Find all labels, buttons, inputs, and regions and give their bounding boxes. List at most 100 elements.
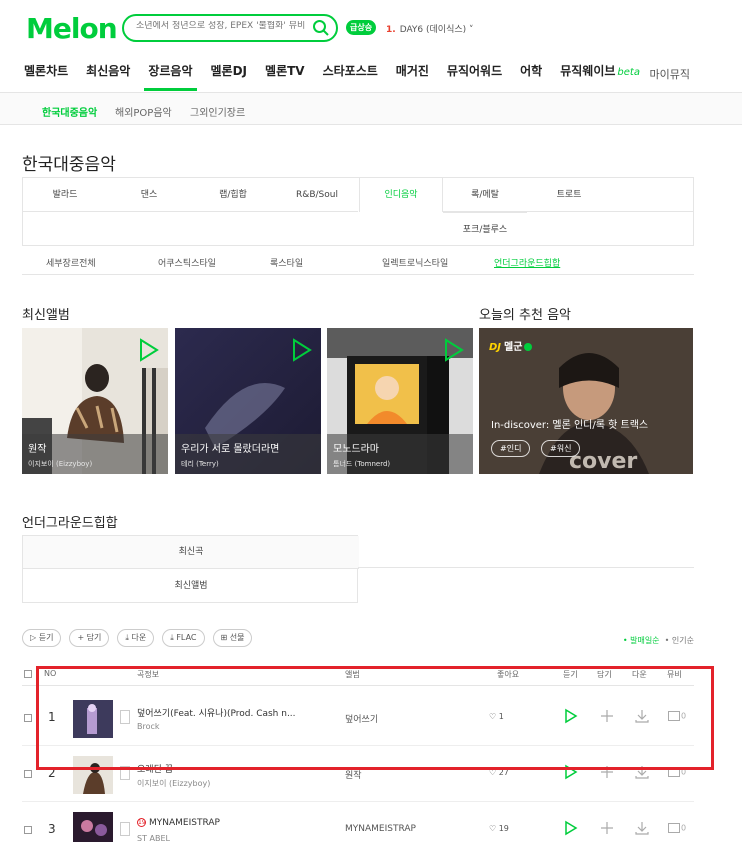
genre-divider xyxy=(22,211,358,212)
nav-awards[interactable]: 뮤직어워드 xyxy=(447,62,502,91)
sort-release-label: 발매일순 xyxy=(630,636,660,645)
reco-title: 오늘의 추천 음악 xyxy=(479,308,571,323)
nav-genre[interactable]: 장르음악 xyxy=(144,62,197,91)
album-artist[interactable]: 테리 (Terry) xyxy=(181,459,315,469)
download-button[interactable]: ⤓ 다운 xyxy=(117,629,155,647)
nav-magazine[interactable]: 매거진 xyxy=(396,62,429,91)
album-card[interactable]: 모노드라마 톰너드 (Tomnerd) xyxy=(327,328,473,474)
album-artist[interactable]: 이지보이 (Eizzyboy) xyxy=(28,459,162,469)
beta-label: beta xyxy=(617,67,640,78)
flac-label: FLAC xyxy=(176,633,197,642)
subnav-pop[interactable]: 해외POP음악 xyxy=(115,104,172,119)
song-title[interactable]: 19 MYNAMEISTRAP xyxy=(137,818,307,828)
genre-rnb[interactable]: R&B/Soul xyxy=(275,178,359,212)
select-all-checkbox[interactable] xyxy=(24,670,32,678)
album-caption: 우리가 서로 몰랐더라면 테리 (Terry) xyxy=(175,434,321,474)
add-icon[interactable] xyxy=(600,820,614,836)
highlight-box xyxy=(36,666,714,770)
chevron-down-icon[interactable]: ˅ xyxy=(469,25,474,35)
album-title[interactable]: 모노드라마 xyxy=(333,440,467,455)
mv-icon xyxy=(668,823,680,833)
add-button[interactable]: + 담기 xyxy=(69,629,110,647)
song-artist[interactable]: ST ABEL xyxy=(137,834,170,842)
play-icon[interactable] xyxy=(564,820,578,836)
action-bar: ▷ 듣기 + 담기 ⤓ 다운 ⤓ FLAC ⊞ 선물 xyxy=(22,629,260,647)
style-acoustic[interactable]: 어쿠스틱스타일 xyxy=(158,256,216,269)
sort-options: • 발매일순 • 인기순 xyxy=(623,635,694,646)
song-title-text: MYNAMEISTRAP xyxy=(149,818,220,828)
nav-language[interactable]: 어학 xyxy=(520,62,542,91)
live-badge: 급상승 xyxy=(346,20,377,35)
my-music-link[interactable]: 마이뮤직 xyxy=(650,66,690,82)
album-card[interactable]: 원작 이지보이 (Eizzyboy) xyxy=(22,328,168,474)
nav-latest[interactable]: 최신음악 xyxy=(86,62,130,91)
genre-rock[interactable]: 록/메탈 xyxy=(443,178,527,212)
album-title[interactable]: 원작 xyxy=(28,440,162,455)
download-icon[interactable] xyxy=(634,820,650,836)
reco-tag[interactable]: #인디 xyxy=(491,440,531,457)
style-underground[interactable]: 언더그라운드힙합 xyxy=(494,256,560,269)
search-input[interactable] xyxy=(136,21,306,31)
reco-tag[interactable]: #워신 xyxy=(541,440,581,457)
underground-title: 언더그라운드힙합 xyxy=(22,516,118,531)
row-checkbox[interactable] xyxy=(24,714,32,722)
album-card[interactable]: 우리가 서로 몰랐더라면 테리 (Terry) xyxy=(175,328,321,474)
play-icon[interactable] xyxy=(441,338,465,362)
ticker-rank: 1. xyxy=(386,25,396,35)
genre-trot[interactable]: 트로트 xyxy=(527,178,611,212)
genre-indie[interactable]: 인디음악 xyxy=(359,178,443,212)
search-icon[interactable] xyxy=(312,19,330,37)
subnav-other[interactable]: 그외인기장르 xyxy=(190,104,245,119)
sort-popular[interactable]: • 인기순 xyxy=(665,636,694,645)
genre-dance[interactable]: 댄스 xyxy=(107,178,191,212)
genre-ballad[interactable]: 발라드 xyxy=(23,178,107,212)
nav-starpost[interactable]: 스타포스트 xyxy=(323,62,378,91)
title-track-icon: 19 xyxy=(137,818,146,827)
reco-card[interactable]: cover DJ 멜군 In-discover: 멜론 인디/록 핫 트랙스 #인… xyxy=(479,328,693,474)
nav-dj[interactable]: 멜론DJ xyxy=(211,62,248,91)
latest-albums-title: 최신앨범 xyxy=(22,308,70,323)
row-number: 3 xyxy=(48,822,56,836)
table-row: 3 19 MYNAMEISTRAP ST ABEL MYNAMEISTRAP ♡ … xyxy=(22,802,694,842)
album-name[interactable]: MYNAMEISTRAP xyxy=(345,824,416,834)
style-rock[interactable]: 록스타일 xyxy=(270,256,303,269)
ticker-text[interactable]: DAY6 (데이식스) xyxy=(400,25,466,35)
main-nav: 멜론차트 최신음악 장르음악 멜론DJ 멜론TV 스타포스트 매거진 뮤직어워드… xyxy=(24,62,658,91)
search-box[interactable] xyxy=(122,14,338,42)
rank-ticker[interactable]: 1. DAY6 (데이식스) ˅ xyxy=(386,22,474,35)
genre-hiphop[interactable]: 랩/힙합 xyxy=(191,178,275,212)
song-artist[interactable]: 이지보이 (Eizzyboy) xyxy=(137,778,210,789)
mv-count: 0 xyxy=(681,823,687,833)
tab-latest-albums[interactable]: 최신앨범 xyxy=(23,570,359,603)
album-artist[interactable]: 톰너드 (Tomnerd) xyxy=(333,459,467,469)
reco-playlist-title[interactable]: In-discover: 멜론 인디/록 핫 트랙스 xyxy=(491,416,648,431)
song-info-icon[interactable] xyxy=(120,822,130,836)
sort-release[interactable]: • 발매일순 xyxy=(623,636,660,645)
list-tabs: 최신곡 최신앨범 xyxy=(22,535,359,603)
listen-label: 듣기 xyxy=(38,633,54,642)
page-title: 한국대중음악 xyxy=(22,155,116,175)
genre-folk[interactable]: 포크/블루스 xyxy=(443,212,527,246)
album-thumbnail[interactable] xyxy=(73,812,113,842)
download-label: 다운 xyxy=(131,633,147,642)
row-checkbox[interactable] xyxy=(24,826,32,834)
subnav-korean[interactable]: 한국대중음악 xyxy=(42,104,97,119)
verified-icon xyxy=(524,343,533,351)
nav-tv[interactable]: 멜론TV xyxy=(265,62,305,91)
album-title[interactable]: 우리가 서로 몰랐더라면 xyxy=(181,440,315,455)
dj-label[interactable]: DJ 멜군 xyxy=(489,338,533,353)
play-icon[interactable] xyxy=(136,338,160,362)
play-icon[interactable] xyxy=(289,338,313,362)
nav-musicwave[interactable]: 뮤직웨이브 beta xyxy=(560,62,640,91)
mv-button[interactable]: 0 xyxy=(668,823,686,833)
nav-chart[interactable]: 멜론차트 xyxy=(24,62,68,91)
row-checkbox[interactable] xyxy=(24,770,32,778)
gift-button[interactable]: ⊞ 선물 xyxy=(212,629,253,647)
melon-logo[interactable]: Melon xyxy=(26,12,118,45)
listen-button[interactable]: ▷ 듣기 xyxy=(22,629,62,647)
style-electronic[interactable]: 일렉트로닉스타일 xyxy=(382,256,448,269)
style-all[interactable]: 세부장르전체 xyxy=(46,256,96,269)
tab-latest-songs[interactable]: 최신곡 xyxy=(23,536,359,569)
flac-button[interactable]: ⤓ FLAC xyxy=(162,629,205,647)
like-button[interactable]: ♡ 19 xyxy=(489,824,509,833)
